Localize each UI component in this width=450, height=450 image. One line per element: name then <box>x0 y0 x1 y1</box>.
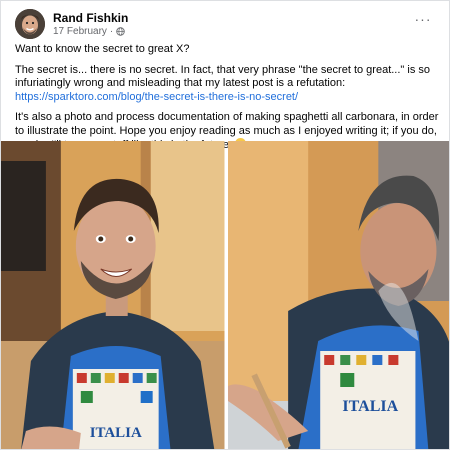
meta-separator: · <box>109 26 114 37</box>
post-date[interactable]: 17 February <box>53 26 107 37</box>
post-meta: 17 February · <box>53 26 125 37</box>
photo-smiling-man-apron[interactable]: ITALIA <box>1 141 225 449</box>
author-avatar[interactable] <box>15 9 45 39</box>
facebook-post: Rand Fishkin 17 February · ··· Want to k… <box>0 0 450 450</box>
more-options-icon[interactable]: ··· <box>411 11 435 31</box>
post-paragraph-2: The secret is... there is no secret. In … <box>15 64 439 105</box>
post-paragraph-2-text: The secret is... there is no secret. In … <box>15 63 430 90</box>
article-link[interactable]: https://sparktoro.com/blog/the-secret-is… <box>15 91 298 103</box>
globe-icon[interactable] <box>116 27 125 36</box>
post-paragraph-1: Want to know the secret to great X? <box>15 43 190 55</box>
photo-man-cooking-apron[interactable]: ITALIA <box>227 141 449 449</box>
author-name[interactable]: Rand Fishkin <box>53 11 128 25</box>
apron-text-2: ITALIA <box>342 398 398 415</box>
apron-text: ITALIA <box>90 425 142 441</box>
post-header: Rand Fishkin 17 February · ··· <box>11 9 439 41</box>
photo-gallery: ITALIA ITALIA <box>1 141 449 449</box>
